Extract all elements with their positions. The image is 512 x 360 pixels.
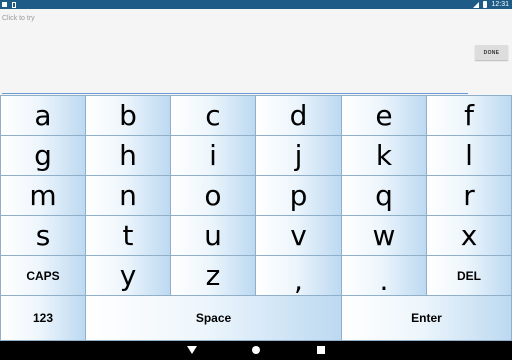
wifi-signal-icon [473,1,480,8]
key-p[interactable]: p [255,175,342,216]
key-x[interactable]: x [426,215,512,256]
nav-back-icon[interactable] [187,346,197,354]
status-bar: 12:31 [0,0,512,9]
key-period[interactable]: . [341,255,427,297]
status-system: 12:31 [473,0,509,9]
key-m[interactable]: m [0,175,86,216]
status-notifications [2,1,16,8]
key-a[interactable]: a [0,95,86,136]
nav-home-icon[interactable] [252,346,260,354]
key-q[interactable]: q [341,175,427,216]
space-key[interactable]: Space [85,295,342,341]
key-c[interactable]: c [170,95,256,136]
key-j[interactable]: j [255,135,342,176]
key-e[interactable]: e [341,95,427,136]
navigation-bar [0,341,512,360]
key-i[interactable]: i [170,135,256,176]
numbers-key[interactable]: 123 [0,295,86,341]
status-time: 12:31 [491,1,509,8]
key-l[interactable]: l [426,135,512,176]
key-z[interactable]: z [170,255,256,296]
battery-icon [483,1,488,8]
key-v[interactable]: v [255,215,342,256]
input-underline [2,93,468,94]
enter-key[interactable]: Enter [341,295,512,341]
on-screen-keyboard: a b c d e f g h i j k l m n o p q r s t … [0,95,512,341]
key-y[interactable]: y [85,255,171,296]
nav-recent-apps-icon[interactable] [317,346,325,354]
key-h[interactable]: h [85,135,171,176]
input-hint: Click to try [2,15,35,22]
caps-key[interactable]: CAPS [0,255,86,296]
key-u[interactable]: u [170,215,256,256]
notification-icon [2,2,7,7]
key-t[interactable]: t [85,215,171,256]
key-w[interactable]: w [341,215,427,256]
key-b[interactable]: b [85,95,171,136]
key-comma[interactable]: , [255,255,342,297]
key-f[interactable]: f [426,95,512,136]
key-o[interactable]: o [170,175,256,216]
key-r[interactable]: r [426,175,512,216]
key-g[interactable]: g [0,135,86,176]
key-s[interactable]: s [0,215,86,256]
done-button[interactable]: DONE [475,45,508,60]
key-n[interactable]: n [85,175,171,216]
key-d[interactable]: d [255,95,342,136]
delete-key[interactable]: DEL [426,255,512,296]
sd-card-icon [12,1,16,8]
key-k[interactable]: k [341,135,427,176]
text-input-area[interactable]: Click to try DONE [0,9,512,95]
